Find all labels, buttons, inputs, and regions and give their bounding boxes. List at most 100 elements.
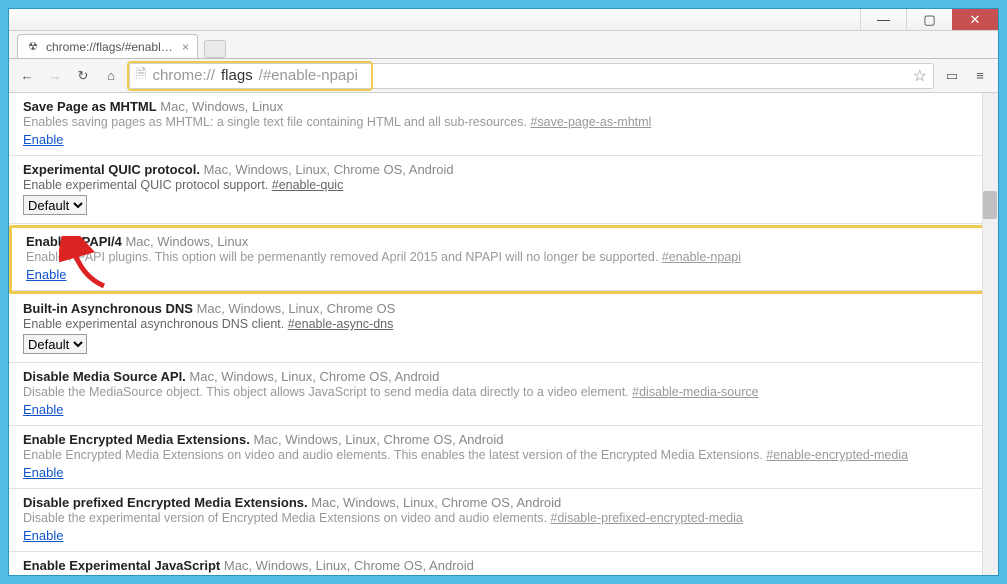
flag-hash-link[interactable]: #enable-encrypted-media (766, 448, 908, 462)
flag-title: Enable NPAPI/4 Mac, Windows, Linux (26, 234, 981, 249)
flag-platforms: Mac, Windows, Linux (122, 234, 248, 249)
flag-action: Default (23, 195, 984, 215)
flag-title: Disable Media Source API. Mac, Windows, … (23, 369, 984, 384)
back-button[interactable]: ← (17, 66, 37, 86)
flag-platforms: Mac, Windows, Linux, Chrome OS (193, 301, 395, 316)
flag-enable-link[interactable]: Enable (23, 528, 63, 543)
flag-name: Disable prefixed Encrypted Media Extensi… (23, 495, 308, 510)
flag-hash-link[interactable]: #disable-media-source (632, 385, 758, 399)
reload-button[interactable]: ↻ (73, 66, 93, 86)
flag-platforms: Mac, Windows, Linux, Chrome OS, Android (186, 369, 440, 384)
url-scheme: chrome:// (152, 67, 215, 84)
flag-desc-text: Enable NPAPI plugins. This option will b… (26, 250, 662, 264)
flag-platforms: Mac, Windows, Linux, Chrome OS, Android (200, 162, 454, 177)
flag-description: Enables saving pages as MHTML: a single … (23, 115, 984, 129)
window-maximize-button[interactable]: ▢ (906, 9, 952, 30)
flag-enable-link[interactable]: Enable (23, 465, 63, 480)
flag-title: Disable prefixed Encrypted Media Extensi… (23, 495, 984, 510)
bookmark-star-icon[interactable]: ☆ (913, 66, 927, 86)
page-icon: 🗎 (136, 65, 146, 87)
flag-hash-link[interactable]: #disable-prefixed-encrypted-media (550, 511, 742, 525)
flag-enable-link[interactable]: Enable (26, 267, 66, 282)
flag-action: Enable (23, 528, 984, 543)
forward-button[interactable]: → (45, 66, 65, 86)
flag-item-eme: Enable Encrypted Media Extensions. Mac, … (9, 426, 998, 489)
tab-strip: ☢ chrome://flags/#enable-n × (9, 31, 998, 59)
annotation-highlight-flag: Enable NPAPI/4 Mac, Windows, LinuxEnable… (9, 225, 998, 294)
address-bar[interactable]: 🗎 chrome:// flags /#enable-npapi ☆ (129, 63, 934, 89)
flag-item-quic: Experimental QUIC protocol. Mac, Windows… (9, 156, 998, 224)
window-titlebar: — ▢ ✕ (9, 9, 998, 31)
flag-name: Experimental QUIC protocol. (23, 162, 200, 177)
home-button[interactable]: ⌂ (101, 66, 121, 86)
flag-hash-link[interactable]: #save-page-as-mhtml (530, 115, 651, 129)
flag-hash-link[interactable]: #enable-npapi (662, 250, 741, 264)
tab-title: chrome://flags/#enable-n (46, 40, 176, 54)
flag-name: Enable Experimental JavaScript (23, 558, 220, 573)
flag-hash-link[interactable]: #enable-javascript-harmony (356, 574, 510, 575)
flags-list: Save Page as MHTML Mac, Windows, LinuxEn… (9, 93, 998, 575)
flag-name: Enable Encrypted Media Extensions. (23, 432, 250, 447)
tab-close-icon[interactable]: × (182, 40, 189, 54)
flag-action: Enable (23, 465, 984, 480)
flag-platforms: Mac, Windows, Linux, Chrome OS, Android (220, 558, 474, 573)
flag-name: Built-in Asynchronous DNS (23, 301, 193, 316)
flag-desc-text: Enable web pages to use experimental Jav… (23, 574, 356, 575)
flag-description: Disable the MediaSource object. This obj… (23, 385, 984, 399)
flag-item-asyncdns: Built-in Asynchronous DNS Mac, Windows, … (9, 295, 998, 363)
flag-action: Enable (26, 267, 981, 282)
window-close-button[interactable]: ✕ (952, 9, 998, 30)
flag-desc-text: Disable the experimental version of Encr… (23, 511, 550, 525)
flag-item-npapi: Enable NPAPI/4 Mac, Windows, LinuxEnable… (12, 228, 995, 291)
flag-desc-text: Enables saving pages as MHTML: a single … (23, 115, 530, 129)
toolbar: ← → ↻ ⌂ 🗎 chrome:// flags /#enable-npapi ☆… (9, 59, 998, 93)
flag-platforms: Mac, Windows, Linux (157, 99, 283, 114)
flag-hash-link[interactable]: #enable-quic (272, 178, 344, 192)
browser-window: — ▢ ✕ ☢ chrome://flags/#enable-n × ← → ↻… (8, 8, 999, 576)
flag-description: Enable NPAPI plugins. This option will b… (26, 250, 981, 264)
flag-name: Enable NPAPI/4 (26, 234, 122, 249)
flag-enable-link[interactable]: Enable (23, 402, 63, 417)
flag-item-prefeme: Disable prefixed Encrypted Media Extensi… (9, 489, 998, 552)
flag-title: Enable Encrypted Media Extensions. Mac, … (23, 432, 984, 447)
cast-icon[interactable]: ▭ (942, 66, 962, 86)
menu-button[interactable]: ≡ (970, 66, 990, 86)
radioactive-icon: ☢ (26, 40, 40, 54)
flag-select[interactable]: Default (23, 195, 87, 215)
flag-platforms: Mac, Windows, Linux, Chrome OS, Android (308, 495, 562, 510)
flag-action: Default (23, 334, 984, 354)
flag-desc-text: Disable the MediaSource object. This obj… (23, 385, 632, 399)
flag-description: Enable experimental asynchronous DNS cli… (23, 317, 984, 331)
flag-enable-link[interactable]: Enable (23, 132, 63, 147)
flag-title: Save Page as MHTML Mac, Windows, Linux (23, 99, 984, 114)
flag-select[interactable]: Default (23, 334, 87, 354)
url-host: flags (221, 67, 253, 84)
flag-description: Enable web pages to use experimental Jav… (23, 574, 984, 575)
flag-name: Save Page as MHTML (23, 99, 157, 114)
page-content: Save Page as MHTML Mac, Windows, LinuxEn… (9, 93, 998, 575)
flag-item-mhtml: Save Page as MHTML Mac, Windows, LinuxEn… (9, 93, 998, 156)
flag-item-mediasource: Disable Media Source API. Mac, Windows, … (9, 363, 998, 426)
flag-desc-text: Enable experimental asynchronous DNS cli… (23, 317, 288, 331)
flag-description: Enable experimental QUIC protocol suppor… (23, 178, 984, 192)
browser-tab[interactable]: ☢ chrome://flags/#enable-n × (17, 34, 198, 58)
scrollbar-thumb[interactable] (983, 191, 997, 219)
flag-platforms: Mac, Windows, Linux, Chrome OS, Android (250, 432, 504, 447)
window-minimize-button[interactable]: — (860, 9, 906, 30)
flag-desc-text: Enable Encrypted Media Extensions on vid… (23, 448, 766, 462)
omnibox-container: 🗎 chrome:// flags /#enable-npapi ☆ (129, 63, 934, 89)
flag-action: Enable (23, 402, 984, 417)
flag-description: Disable the experimental version of Encr… (23, 511, 984, 525)
url-path: /#enable-npapi (259, 67, 358, 84)
flag-title: Experimental QUIC protocol. Mac, Windows… (23, 162, 984, 177)
flag-description: Enable Encrypted Media Extensions on vid… (23, 448, 984, 462)
flag-name: Disable Media Source API. (23, 369, 186, 384)
flag-action: Enable (23, 132, 984, 147)
scrollbar-track[interactable] (982, 93, 998, 575)
flag-title: Enable Experimental JavaScript Mac, Wind… (23, 558, 984, 573)
new-tab-button[interactable] (204, 40, 226, 58)
flag-title: Built-in Asynchronous DNS Mac, Windows, … (23, 301, 984, 316)
flag-hash-link[interactable]: #enable-async-dns (288, 317, 394, 331)
flag-desc-text: Enable experimental QUIC protocol suppor… (23, 178, 272, 192)
flag-item-jsharmony: Enable Experimental JavaScript Mac, Wind… (9, 552, 998, 575)
